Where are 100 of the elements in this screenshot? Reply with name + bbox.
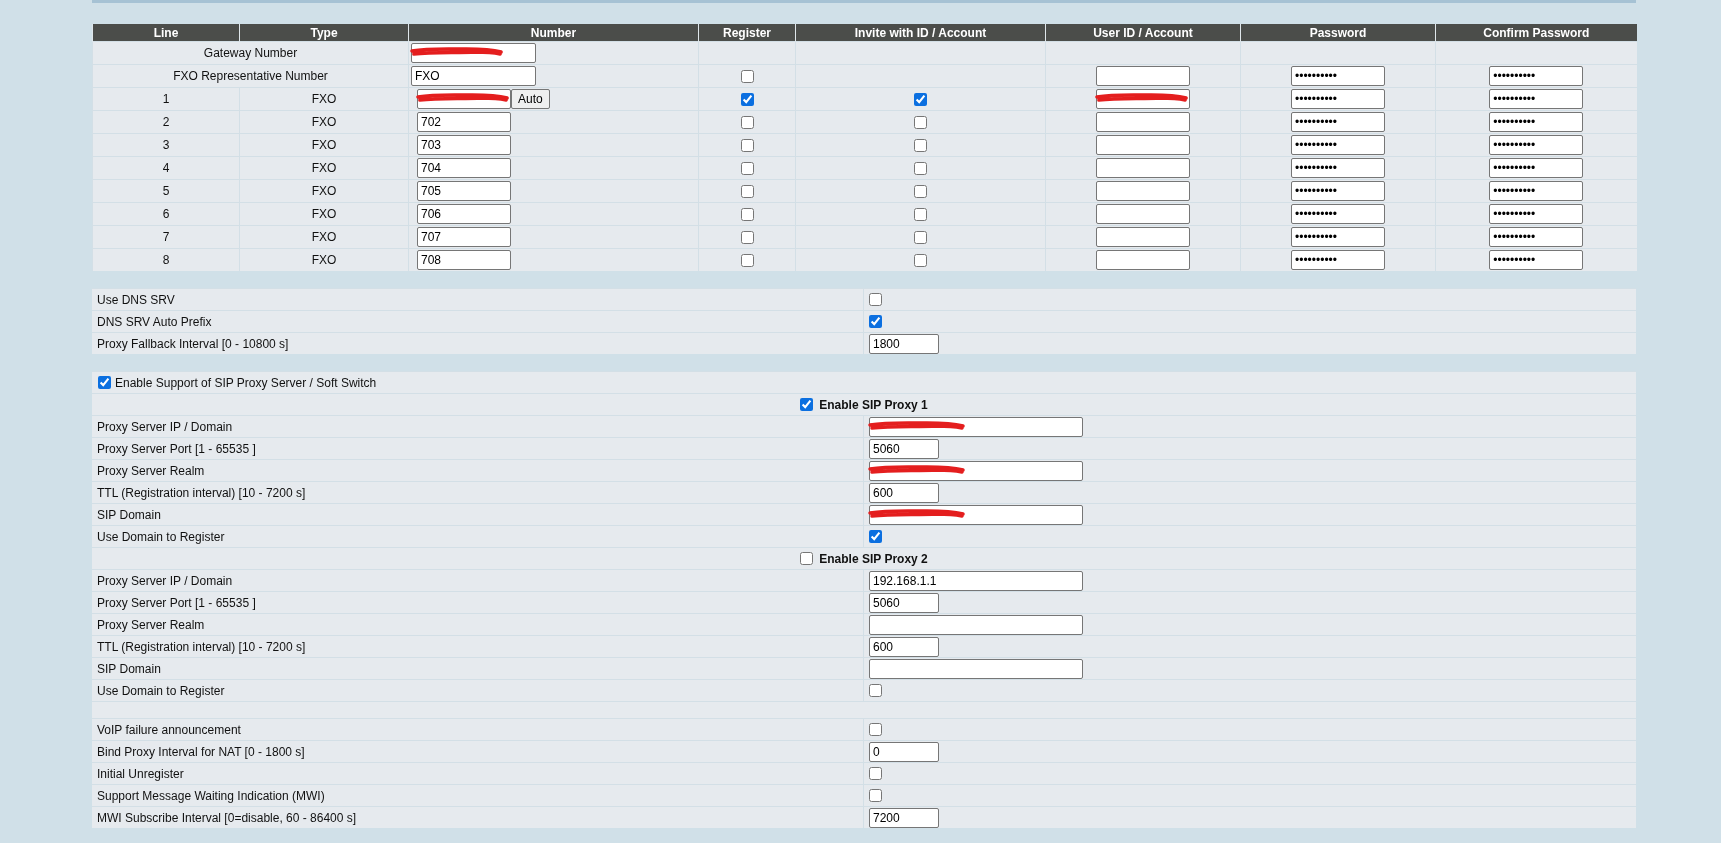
confirm-password-field[interactable]: •••••••••• [1489,250,1584,270]
password-field[interactable]: •••••••••• [1291,158,1385,178]
setting-field[interactable] [869,614,1083,635]
line-number: 2 [162,115,170,129]
setting-checkbox[interactable] [869,723,882,736]
setting-label: Use DNS SRV [97,292,175,307]
confirm-password-field[interactable]: •••••••••• [1489,66,1584,86]
line-type: FXO [311,253,337,267]
invite-with-id-checkbox[interactable] [914,208,927,222]
setting-label: Support Message Waiting Indication (MWI) [97,788,325,803]
setting-label: MWI Subscribe Interval [0=disable, 60 - 86400 s] [97,810,357,825]
confirm-password-field[interactable]: •••••••••• [1489,135,1584,155]
user-id-field[interactable] [1096,204,1190,224]
password-field[interactable]: •••••••••• [1291,250,1385,270]
number-field[interactable]: 705 [417,181,511,201]
register-checkbox[interactable] [740,254,754,268]
setting-label: Proxy Server IP / Domain [97,419,233,434]
line-type: FXO [311,207,337,221]
setting-field[interactable]: 1800 [869,333,939,354]
line-number: 1 [162,92,170,106]
password-field[interactable]: •••••••••• [1291,89,1385,109]
password-field[interactable]: •••••••••• [1291,112,1385,132]
invite-with-id-checkbox[interactable] [914,231,927,245]
column-header: Line [92,24,240,42]
setting-checkbox[interactable] [869,293,882,306]
enable-checkbox[interactable] [800,398,814,411]
register-checkbox[interactable] [740,208,754,222]
register-checkbox[interactable] [740,93,754,107]
setting-checkbox[interactable] [869,684,882,697]
setting-label: Proxy Server Realm [97,463,205,478]
register-checkbox[interactable] [740,162,754,176]
confirm-password-field[interactable]: •••••••••• [1489,181,1584,201]
register-checkbox[interactable] [740,70,754,84]
user-id-field[interactable] [1096,66,1190,86]
line-type: FXO [311,138,337,152]
line-number: 4 [162,161,170,175]
line-type: FXO [311,115,337,129]
confirm-password-field[interactable]: •••••••••• [1489,204,1584,224]
line-type: FXO [311,184,337,198]
user-id-field[interactable] [1096,181,1190,201]
confirm-password-field[interactable]: •••••••••• [1489,89,1584,109]
column-header: Confirm Password [1435,24,1637,42]
invite-with-id-checkbox[interactable] [914,93,927,107]
setting-label: TTL (Registration interval) [10 - 7200 s] [97,639,306,654]
invite-with-id-checkbox[interactable] [914,185,927,199]
register-checkbox[interactable] [740,139,754,153]
setting-checkbox[interactable] [869,789,882,802]
password-field[interactable]: •••••••••• [1291,66,1385,86]
user-id-field[interactable] [1096,250,1190,270]
setting-label: Proxy Server Port [1 - 65535 ] [97,595,256,610]
number-field[interactable]: 702 [417,112,511,132]
user-id-field[interactable] [1096,227,1190,247]
number-field[interactable]: 703 [417,135,511,155]
register-checkbox[interactable] [740,185,754,199]
setting-label: Proxy Server Realm [97,617,205,632]
setting-label: Enable Support of SIP Proxy Server / Soft Switch [115,375,377,390]
setting-checkbox[interactable] [869,315,882,328]
confirm-password-field[interactable]: •••••••••• [1489,227,1584,247]
invite-with-id-checkbox[interactable] [914,139,927,153]
row-label: Gateway Number [203,46,298,60]
column-header: Number [408,24,699,42]
confirm-password-field[interactable]: •••••••••• [1489,112,1584,132]
number-field[interactable]: 706 [417,204,511,224]
setting-field[interactable]: 5060 [869,438,939,459]
password-field[interactable]: •••••••••• [1291,181,1385,201]
password-field[interactable]: •••••••••• [1291,227,1385,247]
setting-checkbox[interactable] [869,767,882,780]
number-field[interactable]: 707 [417,227,511,247]
setting-field[interactable]: 600 [869,482,939,503]
setting-label: SIP Domain [97,507,161,522]
setting-label: TTL (Registration interval) [10 - 7200 s] [97,485,306,500]
user-id-field[interactable] [1096,158,1190,178]
enable-checkbox[interactable] [800,552,814,565]
register-checkbox[interactable] [740,116,754,130]
enable-checkbox[interactable] [98,376,111,389]
number-field[interactable]: 704 [417,158,511,178]
auto-button[interactable]: Auto [511,89,550,109]
setting-label: Bind Proxy Interval for NAT [0 - 1800 s] [97,744,305,759]
setting-field[interactable]: 7200 [869,807,939,828]
confirm-password-field[interactable]: •••••••••• [1489,158,1584,178]
setting-field[interactable]: 192.168.1.1 [869,570,1083,591]
setting-field[interactable]: 5060 [869,592,939,613]
setting-label: VoIP failure announcement [97,722,241,737]
line-number: 7 [162,230,170,244]
setting-checkbox[interactable] [869,530,882,543]
invite-with-id-checkbox[interactable] [914,254,927,268]
setting-field[interactable]: 0 [869,741,939,762]
setting-label: Initial Unregister [97,766,184,781]
representative-number-field[interactable]: FXO [411,66,536,86]
setting-field[interactable]: 600 [869,636,939,657]
password-field[interactable]: •••••••••• [1291,204,1385,224]
line-type: FXO [311,92,337,106]
setting-field[interactable] [869,658,1083,679]
invite-with-id-checkbox[interactable] [914,162,927,176]
user-id-field[interactable] [1096,135,1190,155]
register-checkbox[interactable] [740,231,754,245]
user-id-field[interactable] [1096,112,1190,132]
password-field[interactable]: •••••••••• [1291,135,1385,155]
invite-with-id-checkbox[interactable] [914,116,927,130]
number-field[interactable]: 708 [417,250,511,270]
